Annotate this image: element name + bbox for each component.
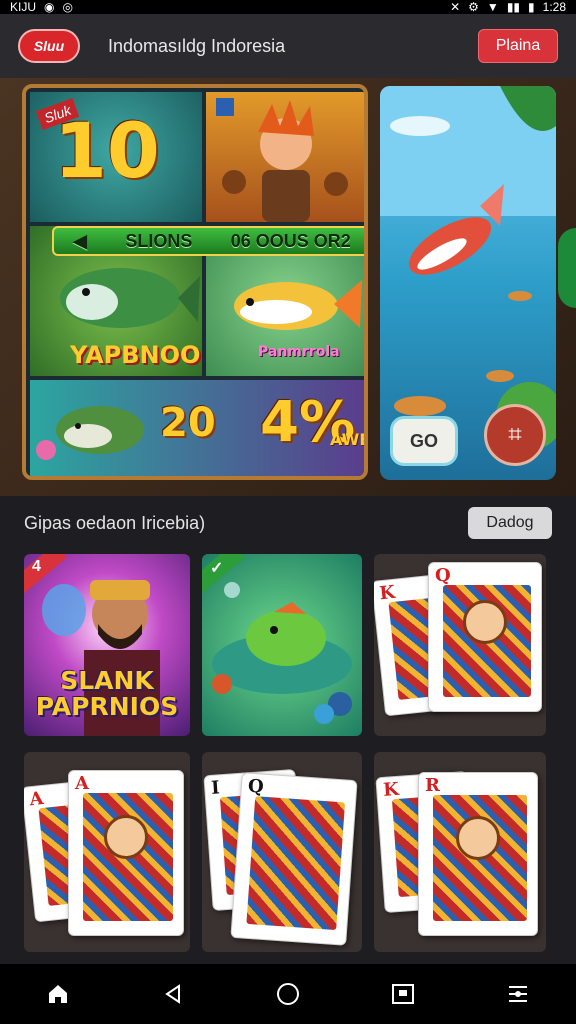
notification-icon-2: ◎ (62, 0, 73, 14)
card-rank: R (425, 775, 440, 796)
section-filter-button[interactable]: Dadog (468, 507, 552, 539)
card-rank: I (210, 777, 221, 799)
status-time: 1:28 (542, 0, 566, 14)
games-section-header: Gipas oedaon Iricebia) Dadog (0, 496, 576, 550)
notification-icon: ◉ (44, 0, 55, 14)
hero-tile-bottom[interactable]: 20 4% AWEC (30, 380, 364, 476)
game-title: SLANK PAPRNIOS (35, 665, 179, 721)
card-rank: A (75, 773, 89, 794)
character-illustration (216, 98, 348, 222)
go-button[interactable]: GO (390, 416, 458, 466)
status-bar: KIJU ◉ ◎ ✕ ⚙ ▼ ▮▮ ▮ 1:28 (0, 0, 576, 14)
card-rank: K (382, 778, 400, 801)
card-rank: A (28, 787, 45, 811)
play-button[interactable]: Plaina (478, 29, 558, 63)
bottom-nav-bar (0, 964, 576, 1024)
hero-slot-board[interactable]: Sluk 10 YAPBNOO Panmrrola 20 4% AW ◀ SLI… (22, 84, 368, 480)
game-card-cards-kr[interactable]: K R (374, 752, 546, 952)
recents-square-icon[interactable] (383, 974, 423, 1014)
playing-card-front: A (68, 770, 184, 936)
card-face-icon (463, 600, 507, 645)
banner-right-text: 06 OOUS OR2 (230, 230, 351, 251)
next-slide-handle[interactable] (558, 228, 576, 308)
game-card-cards-iq[interactable]: I Q (202, 752, 362, 952)
card-rank: Q (247, 775, 265, 798)
card-art (246, 796, 346, 931)
wifi-icon: ▼ (486, 0, 499, 14)
hero-banner: Sluk 10 YAPBNOO Panmrrola 20 4% AW ◀ SLI… (0, 78, 576, 496)
battery-icon: ▮ (528, 0, 535, 14)
playing-card-front: Q (230, 772, 358, 946)
signal-icon: ▮▮ (506, 0, 521, 14)
card-face-icon (104, 814, 148, 859)
tile-label-yapbnoo: YAPBNOO (70, 341, 201, 369)
hero-tile-10[interactable]: Sluk 10 (30, 92, 202, 222)
fish-small-illustration (36, 406, 144, 460)
game-card-slank-paprnios[interactable]: 4 SLANK PAPRNIOS (24, 554, 190, 736)
ribbon-arrow-icon: ◀ (73, 230, 88, 251)
menu-icon[interactable] (498, 974, 538, 1014)
game-card-cards-aa[interactable]: A A (24, 752, 190, 952)
tile-label-awec: AWEC (330, 430, 364, 449)
card-rank: Q (435, 565, 451, 586)
home-circle-icon[interactable] (268, 974, 308, 1014)
games-grid: 4 SLANK PAPRNIOS ✓ K Q A A I Q K R (24, 554, 554, 952)
hero-ocean-panel[interactable]: GO ⌗ (380, 86, 556, 480)
status-right: ✕ ⚙ ▼ ▮▮ ▮ 1:28 (450, 0, 566, 14)
logo-text: Sluu (33, 38, 65, 54)
app-title: Indomasıldg Indoresia (108, 35, 286, 56)
tile-number-20: 20 (160, 400, 216, 446)
home-icon[interactable] (38, 974, 78, 1014)
card-rank: K (378, 581, 397, 605)
section-title: Gipas oedaon Iricebia) (24, 512, 206, 533)
bluetooth-icon: ✕ (450, 0, 461, 14)
game-card-fish-pond[interactable]: ✓ (202, 554, 362, 736)
grid-menu-button[interactable]: ⌗ (484, 404, 546, 466)
app-bar: Sluu Indomasıldg Indoresia Plaina (0, 14, 576, 78)
status-left: KIJU ◉ ◎ (10, 0, 73, 14)
tile-number-10: 10 (54, 106, 160, 195)
hero-tile-character[interactable] (206, 92, 364, 222)
fish-pond-illustration (212, 582, 352, 724)
game-card-cards-kq[interactable]: K Q (374, 554, 546, 736)
hero-ribbon-banner: ◀ SLIONS 06 OOUS OR2 (52, 226, 364, 256)
tile-label-panmrrola: Panmrrola (258, 344, 340, 360)
card-face-icon (456, 815, 500, 860)
alarm-icon: ⚙ (468, 0, 479, 14)
banner-left-text: SLIONS (125, 230, 193, 251)
back-triangle-icon[interactable] (153, 974, 193, 1014)
playing-card-front: R (418, 772, 538, 936)
status-carrier: KIJU (10, 0, 37, 14)
playing-card-front: Q (428, 562, 542, 712)
app-logo[interactable]: Sluu (18, 29, 80, 63)
